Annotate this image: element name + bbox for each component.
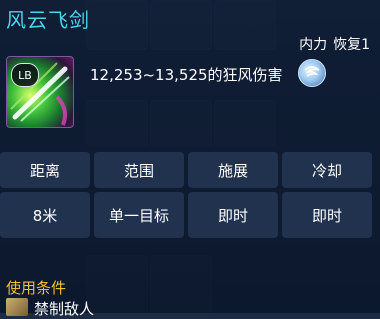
skill-recovery-label: 恢复1 — [333, 37, 370, 53]
condition-item: 禁制敌人 — [34, 300, 95, 318]
stat-header-cooldown: 冷却 — [282, 152, 372, 188]
stat-header-area: 范围 — [94, 152, 184, 188]
skill-stats-grid: 距离 范围 施展 冷却 8米 单一目标 即时 即时 — [0, 152, 372, 238]
stat-value-cooldown: 即时 — [282, 192, 372, 238]
conditions-title: 使用条件 — [6, 279, 67, 297]
skill-meta: 内力 恢复1 — [299, 34, 370, 54]
stat-value-cast: 即时 — [188, 192, 278, 238]
skill-tooltip: 风云飞剑 内力 恢复1 LB 12,253~13,525的狂风伤害 距离 范围 施… — [0, 0, 380, 318]
stat-value-area: 单一目标 — [94, 192, 184, 238]
wind-sword-skill-icon: LB — [6, 56, 74, 128]
condition-icon — [6, 298, 28, 316]
key-binding-badge: LB — [11, 63, 39, 87]
stat-header-range: 距离 — [0, 152, 90, 188]
damage-description: 12,253~13,525的狂风伤害 — [90, 66, 283, 84]
wind-element-icon — [298, 59, 326, 87]
skill-type-label: 内力 — [299, 37, 328, 53]
stat-header-cast: 施展 — [188, 152, 278, 188]
stat-value-range: 8米 — [0, 192, 90, 238]
skill-name: 风云飞剑 — [6, 8, 90, 32]
